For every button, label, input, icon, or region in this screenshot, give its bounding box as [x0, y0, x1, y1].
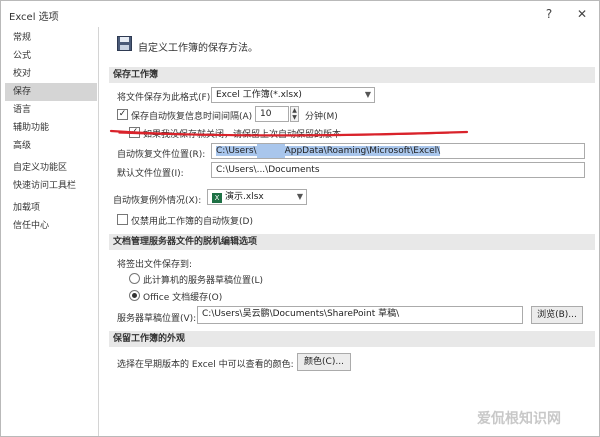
excel-options-dialog: Excel 选项 ? ✕ 常规 公式 校对 保存 语言 辅助功能 高级 自定义功… [0, 0, 600, 437]
section-appearance: 保留工作簿的外观 [109, 331, 595, 347]
sidebar-item-advanced[interactable]: 高级 [5, 137, 97, 155]
sidebar-item-general[interactable]: 常规 [5, 29, 97, 47]
radio-office-cache-label: Office 文档缓存(O) [143, 293, 223, 303]
exceptions-label: 自动恢复例外情况(X): [113, 196, 202, 206]
save-to-label: 将签出文件保存到: [117, 260, 193, 270]
excel-file-icon: X [212, 193, 222, 203]
minutes-spinner[interactable]: ▲ ▼ [290, 106, 299, 122]
sidebar-item-proofing[interactable]: 校对 [5, 65, 97, 83]
save-icon [117, 36, 132, 51]
disable-autorecover-checkbox[interactable] [117, 214, 128, 225]
chevron-down-icon: ▼ [364, 90, 371, 99]
sidebar-item-formulas[interactable]: 公式 [5, 47, 97, 65]
drafts-location-label: 服务器草稿位置(V): [117, 314, 197, 324]
disable-autorecover-label: 仅禁用此工作簿的自动恢复(D) [131, 217, 253, 227]
format-dropdown[interactable]: Excel 工作簿(*.xlsx) ▼ [211, 87, 375, 103]
colors-button[interactable]: 颜色(C)... [297, 353, 351, 371]
sidebar-item-accessibility[interactable]: 辅助功能 [5, 119, 97, 137]
sidebar-item-add-ins[interactable]: 加载项 [5, 199, 97, 217]
sidebar: 常规 公式 校对 保存 语言 辅助功能 高级 自定义功能区 快速访问工具栏 加载… [3, 27, 99, 436]
page-header: 自定义工作簿的保存方法。 [138, 43, 258, 54]
section-offline-editing: 文档管理服务器文件的脱机编辑选项 [109, 234, 595, 250]
colors-label: 选择在早期版本的 Excel 中可以查看的颜色: [117, 360, 294, 370]
autorecover-location-suffix: AppData\Roaming\Microsoft\Excel\ [284, 146, 441, 156]
sidebar-item-customize-ribbon[interactable]: 自定义功能区 [5, 159, 97, 177]
exceptions-workbook-value: 演示.xlsx [225, 192, 264, 202]
autorecover-label: 保存自动恢复信息时间间隔(A) [131, 112, 253, 122]
watermark: 爱侃根知识网 [477, 411, 561, 427]
minutes-label: 分钟(M) [305, 112, 338, 122]
format-label: 将文件保存为此格式(F): [117, 93, 214, 103]
main-panel: 自定义工作簿的保存方法。 保存工作簿 将文件保存为此格式(F): Excel 工… [101, 27, 599, 436]
format-value: Excel 工作簿(*.xlsx) [216, 90, 302, 100]
default-location-input[interactable]: C:\Users\...\Documents [211, 162, 585, 178]
title-bar: Excel 选项 ? ✕ [1, 1, 600, 27]
sidebar-item-trust-center[interactable]: 信任中心 [5, 217, 97, 235]
sidebar-item-quick-access-toolbar[interactable]: 快速访问工具栏 [5, 177, 97, 195]
autorecover-checkbox[interactable]: ✓ [117, 109, 128, 120]
sidebar-item-language[interactable]: 语言 [5, 101, 97, 119]
chevron-down-icon: ▼ [296, 192, 303, 201]
help-button[interactable]: ? [539, 4, 559, 24]
radio-server-drafts[interactable] [129, 273, 140, 284]
window-title: Excel 选项 [9, 12, 59, 23]
red-annotation-underline [109, 129, 469, 137]
browse-button[interactable]: 浏览(B)... [531, 306, 583, 324]
sidebar-item-save[interactable]: 保存 [5, 83, 97, 101]
autorecover-minutes-input[interactable]: 10 [255, 106, 289, 122]
radio-server-drafts-label: 此计算机的服务器草稿位置(L) [143, 276, 264, 286]
exceptions-workbook-dropdown[interactable]: X 演示.xlsx ▼ [207, 189, 307, 205]
radio-office-cache[interactable] [129, 290, 140, 301]
autorecover-location-prefix: C:\Users\ [216, 146, 257, 156]
default-location-label: 默认文件位置(I): [117, 169, 184, 179]
drafts-location-input[interactable]: C:\Users\吴云鹏\Documents\SharePoint 草稿\ [197, 306, 523, 324]
autorecover-location-input[interactable]: C:\Users\ AppData\Roaming\Microsoft\Exce… [211, 143, 585, 159]
autorecover-location-label: 自动恢复文件位置(R): [117, 150, 206, 160]
section-save-workbooks: 保存工作簿 [109, 67, 595, 83]
close-button[interactable]: ✕ [572, 4, 592, 24]
